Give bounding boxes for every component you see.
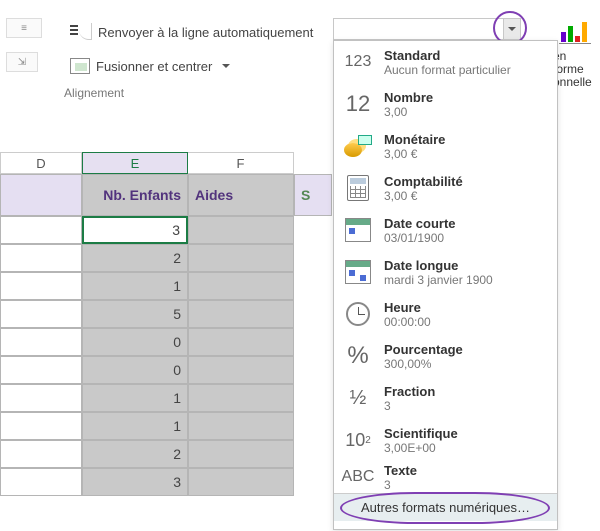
format-sub: 3,00 €	[384, 189, 463, 203]
column-header-f[interactable]: F	[188, 152, 294, 174]
format-sub: mardi 3 janvier 1900	[384, 273, 493, 287]
merge-label: Fusionner et centrer	[96, 59, 212, 74]
format-item-accounting[interactable]: Comptabilité 3,00 €	[334, 167, 557, 209]
cell-e[interactable]: 0	[82, 356, 188, 384]
format-title: Monétaire	[384, 132, 445, 147]
cell-d[interactable]	[0, 300, 82, 328]
header-cell-e[interactable]: Nb. Enfants	[82, 174, 188, 216]
conditional-formatting-label-1: en forme	[553, 50, 597, 76]
format-title: Standard	[384, 48, 511, 63]
format-title: Pourcentage	[384, 342, 463, 357]
cell-f[interactable]	[188, 468, 294, 496]
format-sub: 03/01/1900	[384, 231, 456, 245]
cell-d[interactable]	[0, 356, 82, 384]
cell-e[interactable]: 0	[82, 328, 188, 356]
cell-e[interactable]: 1	[82, 272, 188, 300]
alignment-group-label: Alignement	[64, 86, 124, 100]
merge-icon	[70, 58, 90, 74]
scientific-icon: 102	[340, 425, 376, 455]
cell-d[interactable]	[0, 328, 82, 356]
wrap-text-label: Renvoyer à la ligne automatiquement	[98, 25, 313, 40]
cell-f[interactable]	[188, 328, 294, 356]
format-title: Fraction	[384, 384, 435, 399]
cell-f[interactable]	[188, 384, 294, 412]
format-item-percentage[interactable]: % Pourcentage300,00%	[334, 335, 557, 377]
format-sub: 3,00 €	[384, 147, 445, 161]
cell-f[interactable]	[188, 300, 294, 328]
cell-e[interactable]: 1	[82, 412, 188, 440]
format-title: Heure	[384, 300, 431, 315]
format-item-time[interactable]: Heure00:00:00	[334, 293, 557, 335]
format-title: Scientifique	[384, 426, 458, 441]
wrap-text-icon	[70, 23, 92, 41]
indent-group[interactable]: ≡	[6, 18, 46, 38]
cell-e[interactable]: 1	[82, 384, 188, 412]
format-sub: 3,00	[384, 105, 433, 119]
header-cell-s[interactable]: S	[294, 174, 332, 216]
cell-d[interactable]	[0, 384, 82, 412]
cell-f[interactable]	[188, 356, 294, 384]
cell-e[interactable]: 2	[82, 440, 188, 468]
chevron-down-icon	[222, 64, 230, 72]
merge-center-button[interactable]: Fusionner et centrer	[70, 54, 290, 78]
cell-d[interactable]	[0, 468, 82, 496]
format-item-text[interactable]: ABC Texte3	[334, 461, 557, 493]
cell-d[interactable]	[0, 272, 82, 300]
format-sub: 00:00:00	[384, 315, 431, 329]
cell-e[interactable]: 3	[82, 468, 188, 496]
header-cell-f[interactable]: Aides	[188, 174, 294, 216]
header-cell-d[interactable]	[0, 174, 82, 216]
spreadsheet-grid[interactable]: D E F Nb. Enfants Aides S 3 2 1 5 0 0 1 …	[0, 152, 340, 496]
calculator-icon	[340, 173, 376, 203]
format-item-fraction[interactable]: ½ Fraction3	[334, 377, 557, 419]
conditional-formatting-label-2: onnelle	[553, 76, 597, 89]
wrap-text-button[interactable]: Renvoyer à la ligne automatiquement	[70, 20, 350, 44]
format-title: Comptabilité	[384, 174, 463, 189]
fraction-icon: ½	[340, 383, 376, 413]
cell-d[interactable]	[0, 440, 82, 468]
standard-icon: 123	[340, 47, 376, 77]
format-title: Texte	[384, 463, 417, 478]
format-sub: 3	[384, 399, 435, 413]
column-header-e[interactable]: E	[82, 152, 188, 174]
cell-f[interactable]	[188, 412, 294, 440]
cell-d[interactable]	[0, 412, 82, 440]
orientation-group[interactable]: ⇲	[6, 52, 38, 72]
number-format-menu: 123 StandardAucun format particulier 12 …	[333, 40, 558, 530]
format-item-number[interactable]: 12 Nombre3,00	[334, 83, 557, 125]
cell-f[interactable]	[188, 244, 294, 272]
format-sub: 3	[384, 478, 417, 492]
format-item-standard[interactable]: 123 StandardAucun format particulier	[334, 41, 557, 83]
format-sub: 300,00%	[384, 357, 463, 371]
format-sub: Aucun format particulier	[384, 63, 511, 77]
format-item-date-short[interactable]: Date courte03/01/1900	[334, 209, 557, 251]
format-sub: 3,00E+00	[384, 441, 458, 455]
percent-icon: %	[340, 341, 376, 371]
annotation-circle	[340, 492, 550, 524]
cell-d[interactable]	[0, 244, 82, 272]
column-header-d[interactable]: D	[0, 152, 82, 174]
format-title: Nombre	[384, 90, 433, 105]
text-icon: ABC	[340, 462, 376, 492]
conditional-formatting-button[interactable]: en forme onnelle	[553, 18, 597, 88]
calendar-icon	[340, 215, 376, 245]
cell-f[interactable]	[188, 272, 294, 300]
calendar-icon	[340, 257, 376, 287]
number-icon: 12	[340, 89, 376, 119]
format-item-currency[interactable]: Monétaire3,00 €	[334, 125, 557, 167]
cell-f[interactable]	[188, 216, 294, 244]
conditional-formatting-icon	[559, 18, 591, 46]
cell-e[interactable]: 3	[82, 216, 188, 244]
coins-icon	[340, 131, 376, 161]
cell-f[interactable]	[188, 440, 294, 468]
clock-icon	[340, 299, 376, 329]
cell-d[interactable]	[0, 216, 82, 244]
format-item-scientific[interactable]: 102 Scientifique3,00E+00	[334, 419, 557, 461]
format-title: Date courte	[384, 216, 456, 231]
cell-e[interactable]: 5	[82, 300, 188, 328]
format-item-date-long[interactable]: Date longuemardi 3 janvier 1900	[334, 251, 557, 293]
format-title: Date longue	[384, 258, 493, 273]
cell-e[interactable]: 2	[82, 244, 188, 272]
